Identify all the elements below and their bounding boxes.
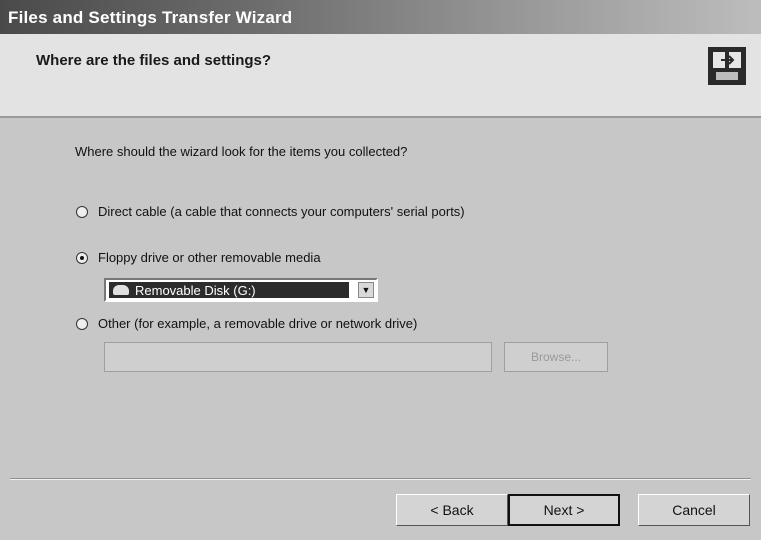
selected-drive: Removable Disk (G:)	[109, 282, 349, 298]
back-button[interactable]: < Back	[396, 494, 508, 526]
path-input[interactable]	[104, 342, 492, 372]
wizard-content: Where should the wizard look for the ite…	[0, 118, 761, 478]
radio-button[interactable]	[76, 251, 88, 264]
wizard-header: Where are the files and settings?	[0, 34, 761, 118]
radio-label: Direct cable (a cable that connects your…	[98, 204, 465, 219]
drive-select-value: Removable Disk (G:)	[135, 282, 256, 298]
browse-button[interactable]: Browse...	[504, 342, 608, 372]
radio-label: Other (for example, a removable drive or…	[98, 316, 418, 331]
cancel-button[interactable]: Cancel	[638, 494, 750, 526]
page-heading: Where are the files and settings?	[36, 52, 272, 69]
chevron-down-icon[interactable]: ▼	[358, 282, 374, 298]
instruction-text: Where should the wizard look for the ite…	[75, 144, 408, 159]
radio-other[interactable]: Other (for example, a removable drive or…	[76, 316, 417, 331]
radio-direct-cable[interactable]: Direct cable (a cable that connects your…	[76, 204, 465, 219]
removable-disk-icon	[113, 285, 129, 295]
drive-select[interactable]: Removable Disk (G:) ▼	[104, 278, 378, 302]
footer-divider	[10, 478, 751, 480]
window-title: Files and Settings Transfer Wizard	[8, 8, 293, 27]
radio-button[interactable]	[76, 205, 88, 218]
radio-button[interactable]	[76, 317, 88, 330]
next-button[interactable]: Next >	[508, 494, 620, 526]
title-bar[interactable]: Files and Settings Transfer Wizard	[0, 0, 761, 34]
radio-removable-media[interactable]: Floppy drive or other removable media	[76, 250, 321, 265]
wizard-transfer-icon	[708, 47, 746, 85]
radio-label: Floppy drive or other removable media	[98, 250, 321, 265]
